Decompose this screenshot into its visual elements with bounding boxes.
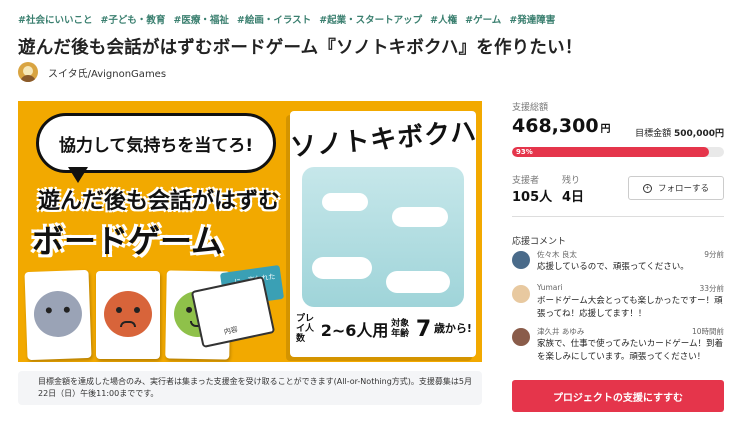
angry-face-illustration: [104, 291, 152, 337]
emotion-card-angry: [96, 271, 160, 359]
goal-amount: 目標金額 500,000円: [635, 126, 724, 139]
commenter-name[interactable]: 津久井 あゆみ: [537, 326, 584, 337]
hero-bubble-text: 協力して気持ちを当てろ!: [58, 135, 254, 156]
cloud-shape: [312, 257, 372, 279]
game-box-illustration: ソノトキボクハ プレイ人数 2~6人用 対象年齢 7 歳から!: [290, 111, 476, 357]
mouth-icon: [120, 321, 136, 327]
tag-list: #社会にいいこと #子ども・教育 #医療・福祉 #絵画・イラスト #起業・スター…: [18, 12, 555, 26]
answer-card-text: 内容: [223, 325, 239, 337]
follow-label: フォローする: [657, 183, 709, 193]
comment-time: 33分前: [699, 284, 724, 293]
comment-time: 10時間前: [691, 327, 724, 336]
backers-label: 支援者: [512, 176, 540, 186]
players-label: プレイ人数: [296, 314, 315, 344]
goal-label: 目標金額: [635, 129, 672, 139]
speech-bubble-tail: [68, 167, 88, 183]
tag-link[interactable]: #人権: [430, 12, 457, 26]
tag-link[interactable]: #子ども・教育: [100, 12, 165, 26]
owner-name[interactable]: スイタ氏/AvignonGames: [48, 65, 166, 80]
hero-image[interactable]: 協力して気持ちを当てろ! 遊んだ後も会話がはずむ ボードゲーム …に、言われた …: [18, 101, 482, 362]
tag-link[interactable]: #社会にいいこと: [18, 12, 92, 26]
tag-link[interactable]: #発達障害: [509, 12, 555, 26]
game-box-art: [302, 167, 464, 307]
game-box-specs: プレイ人数 2~6人用 対象年齢 7 歳から!: [296, 309, 472, 349]
hero-tagline: 遊んだ後も会話がはずむ: [38, 189, 281, 214]
raised-value: 468,300: [512, 115, 599, 137]
players-value: 2~6人用: [320, 321, 389, 340]
worried-face-illustration: [33, 290, 83, 338]
commenter-name[interactable]: 佐々木 良太: [537, 249, 577, 260]
plus-circle-icon: +: [642, 183, 652, 193]
hero-headline: ボードゲーム: [32, 222, 224, 260]
progress-bar: 93%: [512, 147, 724, 157]
remaining-value: 4日: [562, 190, 585, 205]
project-owner[interactable]: スイタ氏/AvignonGames: [18, 62, 166, 82]
comment-time: 9分前: [704, 250, 724, 259]
raised-unit: 円: [600, 124, 611, 135]
age-label: 対象年齢: [391, 319, 410, 339]
support-project-button[interactable]: プロジェクトの支援にすすむ: [512, 380, 724, 412]
remaining-label: 残り: [562, 176, 581, 186]
tag-link[interactable]: #ゲーム: [465, 12, 501, 26]
hero-speech-bubble: 協力して気持ちを当てろ!: [36, 113, 276, 173]
page-title: 遊んだ後も会話がはずむボードゲーム『ソノトキボクハ』を作りたい！: [18, 38, 583, 58]
goal-value: 500,000円: [674, 129, 724, 139]
cloud-shape: [386, 271, 450, 293]
backers-value: 105人: [512, 190, 553, 205]
commenter-avatar[interactable]: [512, 285, 530, 303]
eye-icon: [186, 306, 193, 313]
tag-link[interactable]: #医療・福祉: [173, 12, 228, 26]
tag-link[interactable]: #起業・スタートアップ: [319, 12, 422, 26]
progress-percent: 93%: [516, 148, 533, 156]
tag-link[interactable]: #絵画・イラスト: [237, 12, 311, 26]
commenter-avatar[interactable]: [512, 251, 530, 269]
comment-item: 佐々木 良太 9分前 応援しているので、頑張ってください。: [512, 249, 724, 279]
comment-text: ボードゲーム大会とっても楽しかったですー！頑張ってね！応援してます！！: [537, 296, 723, 319]
funding-panel: 支援総額 468,300 円 目標金額 500,000円 93% 支援者 105人…: [512, 100, 724, 362]
comment-text: 家族で、仕事で使ってみたいカードゲーム！到着を楽しみにしています。頑張ってくださ…: [537, 339, 723, 362]
raised-amount: 468,300 円: [512, 115, 611, 137]
follow-button[interactable]: + フォローする: [628, 176, 724, 200]
emotion-card-worried: [24, 269, 92, 361]
commenter-name[interactable]: Yumari: [537, 283, 563, 292]
game-box-title: ソノトキボクハ: [290, 116, 476, 164]
progress-bar-fill: 93%: [512, 147, 710, 157]
cloud-shape: [322, 193, 368, 211]
eye-icon: [134, 307, 140, 313]
eye-icon: [116, 307, 122, 313]
raised-label: 支援総額: [512, 103, 549, 113]
owner-avatar[interactable]: [18, 62, 38, 82]
divider: [512, 216, 724, 217]
comment-item: 津久井 あゆみ 10時間前 家族で、仕事で使ってみたいカードゲーム！到着を楽しみ…: [512, 326, 724, 366]
age-value: 7: [415, 316, 432, 342]
comment-item: Yumari 33分前 ボードゲーム大会とっても楽しかったですー！頑張ってね！応…: [512, 283, 724, 323]
comments-heading: 応援コメント: [512, 237, 567, 247]
commenter-avatar[interactable]: [512, 328, 530, 346]
all-or-nothing-notice: 目標金額を達成した場合のみ、実行者は集まった支援金を受け取ることができます(Al…: [18, 371, 482, 405]
age-suffix: 歳から!: [433, 322, 472, 335]
cloud-shape: [392, 207, 448, 227]
comment-text: 応援しているので、頑張ってください。: [537, 262, 689, 272]
